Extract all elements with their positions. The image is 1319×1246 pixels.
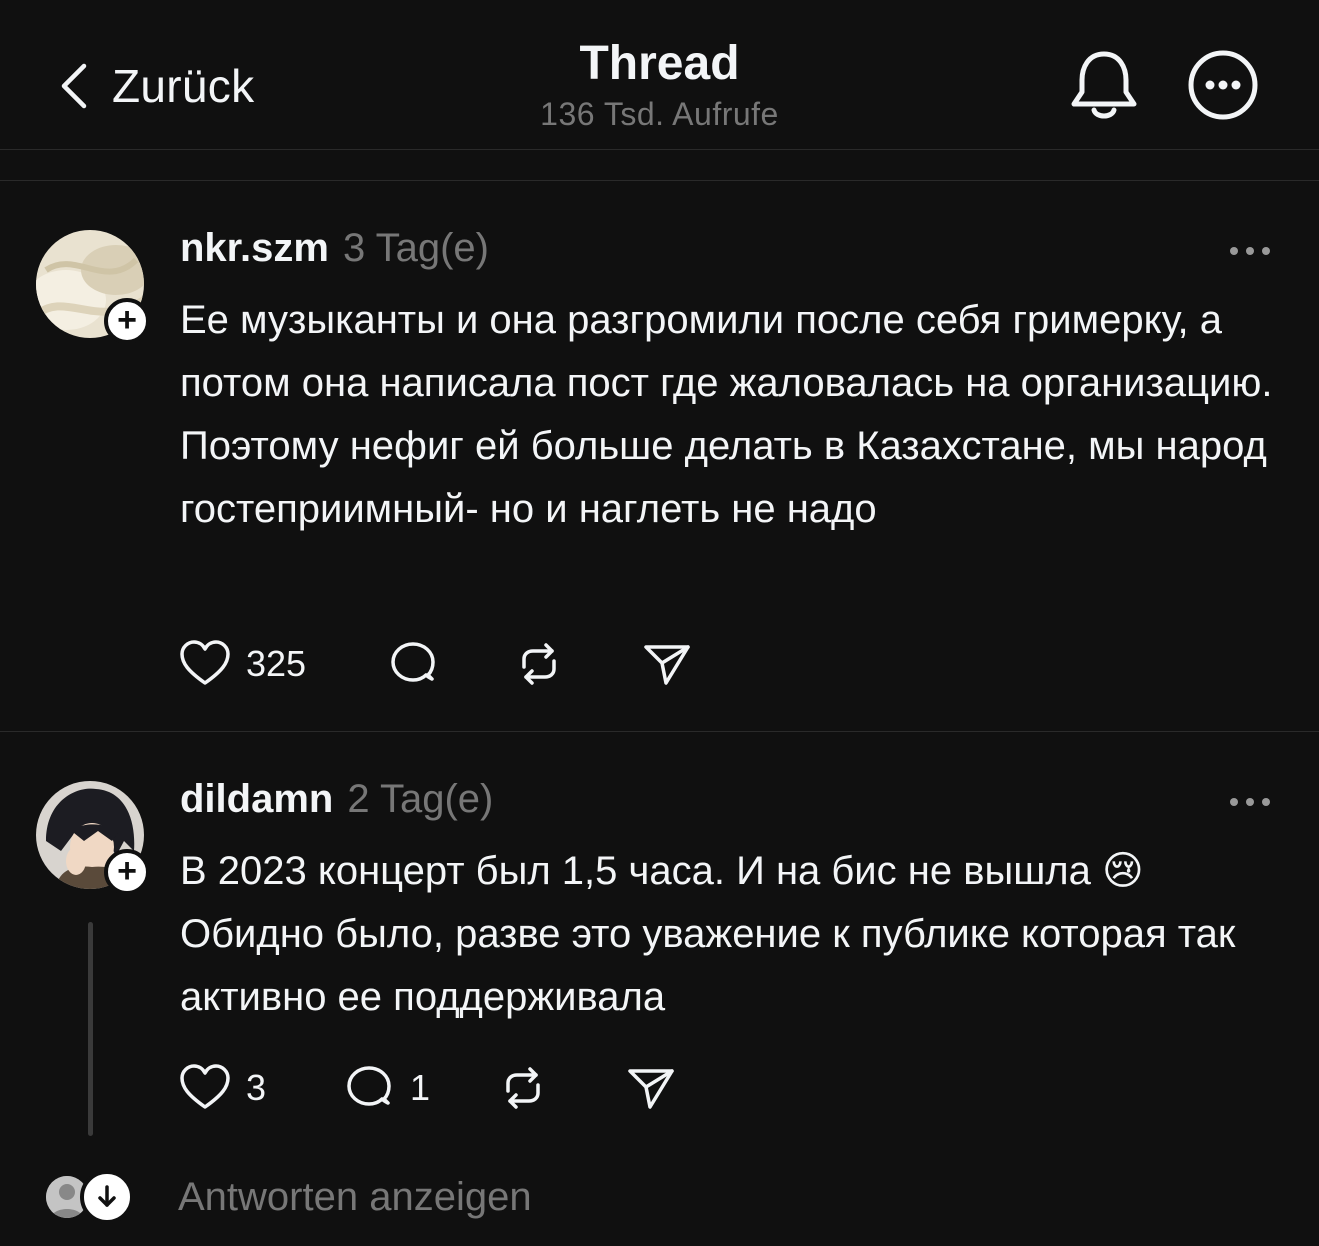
top-bar: Zurück Thread 136 Tsd. Aufrufe (0, 0, 1319, 150)
arrow-down-badge (80, 1170, 134, 1224)
arrow-down-icon (98, 1185, 116, 1207)
post-meta: nkr.szm 3 Tag(e) (180, 226, 489, 271)
send-icon (644, 645, 690, 685)
divider (0, 731, 1319, 732)
timestamp: 2 Tag(e) (347, 777, 494, 821)
username[interactable]: nkr.szm (180, 226, 329, 271)
share-button[interactable] (624, 1058, 678, 1118)
plus-icon: + (117, 851, 137, 890)
repost-icon (522, 643, 556, 685)
follow-button[interactable]: + (104, 849, 150, 895)
post-text-part: Обидно было, разве это уважение к публик… (180, 912, 1247, 1019)
heart-icon (180, 1064, 230, 1109)
post-meta: dildamn 2 Tag(e) (180, 777, 493, 822)
thread-line (88, 922, 93, 1136)
like-count: 325 (246, 643, 307, 684)
like-count: 3 (246, 1067, 267, 1108)
divider (0, 180, 1319, 181)
show-replies-label: Antworten anzeigen (178, 1174, 532, 1219)
crying-emoji: 😢 (1102, 849, 1144, 893)
plus-icon: + (117, 300, 137, 339)
post-text: В 2023 концерт был 1,5 часа. И на бис не… (180, 840, 1280, 1029)
reply-count: 1 (410, 1067, 431, 1108)
share-button[interactable] (640, 634, 694, 694)
follow-button[interactable]: + (104, 298, 150, 344)
repost-icon (506, 1067, 540, 1109)
comment-button[interactable] (386, 634, 440, 694)
reply-avatars (46, 1170, 136, 1224)
timestamp: 3 Tag(e) (342, 226, 489, 270)
repost-button[interactable] (496, 1058, 550, 1118)
comment-icon (391, 642, 435, 682)
post-text: Ее музыканты и она разгромили после себя… (180, 298, 1284, 531)
show-replies-button[interactable]: Antworten anzeigen (46, 1170, 532, 1224)
more-icon[interactable] (1226, 794, 1274, 810)
send-icon (628, 1069, 674, 1109)
like-button[interactable]: 3 (178, 1058, 266, 1118)
comment-button[interactable]: 1 (342, 1058, 430, 1118)
repost-button[interactable] (512, 634, 566, 694)
username[interactable]: dildamn (180, 777, 333, 822)
heart-icon (180, 640, 230, 685)
like-button[interactable]: 325 (178, 634, 306, 694)
bell-icon[interactable] (1064, 46, 1144, 126)
more-icon[interactable] (1226, 243, 1274, 259)
comment-icon (347, 1066, 391, 1106)
post-text-part: В 2023 концерт был 1,5 часа. И на бис не… (180, 849, 1091, 893)
more-circle-icon[interactable] (1186, 48, 1260, 122)
